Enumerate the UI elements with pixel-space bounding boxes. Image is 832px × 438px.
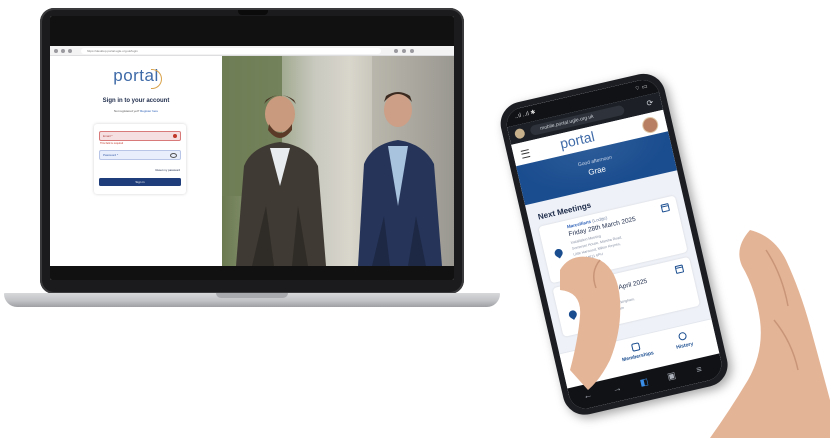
error-icon [173,134,177,138]
app-switch-icon[interactable]: ◧ [639,376,650,389]
show-password-icon[interactable] [170,153,177,158]
screen-bezel-top [50,16,454,46]
bookmark-icon[interactable] [394,48,398,53]
register-prompt-text: Not registered yet? [113,109,140,113]
password-field[interactable]: Password * [99,150,181,160]
email-field[interactable]: Email * [99,131,181,141]
reload-icon[interactable]: ⟳ [646,98,655,109]
back-arrow-icon[interactable]: ← [582,389,593,401]
extensions-icon[interactable] [402,48,406,53]
history-icon [677,331,688,342]
phone-body: ..ıl ..ıl ✱ ⌔ ▭ mobile.portal.ugle.org.u… [496,69,732,420]
register-link[interactable]: Register here [140,109,158,113]
laptop-base-notch [216,293,288,298]
phone-screen: ..ıl ..ıl ✱ ⌔ ▭ mobile.portal.ugle.org.u… [503,76,725,412]
camera-notch [238,10,268,15]
nav-history[interactable]: History [662,328,705,354]
nav-label: My Profile [578,361,604,374]
location-pin-icon[interactable] [553,247,565,259]
login-title: Sign in to your account [102,98,170,104]
screen-bezel-bottom [50,266,454,280]
forward-icon[interactable] [61,48,65,53]
address-bar[interactable]: https://desktop.portal.ugle.org.uk/login [81,47,381,54]
memberships-icon [630,342,641,352]
nav-memberships[interactable]: Memberships [615,339,658,365]
browser-home-icon[interactable] [513,127,526,140]
register-prompt: Not registered yet? Register here [50,109,222,113]
browser-toolbar: https://desktop.portal.ugle.org.uk/login [50,46,454,56]
email-label: Email * [103,134,113,138]
reset-password-link[interactable]: Reset my password [155,168,180,172]
email-error: This field is required [100,142,124,145]
reload-icon[interactable] [68,48,72,53]
forward-arrow-icon[interactable]: → [612,382,623,394]
location-pin-icon[interactable] [567,308,579,320]
portal-logo: portal [113,66,159,85]
phone-group: ..ıl ..ıl ✱ ⌔ ▭ mobile.portal.ugle.org.u… [496,69,732,420]
nav-label: Memberships [621,350,655,364]
menu-icon[interactable] [520,149,531,159]
nav-label: History [675,341,694,351]
profile-icon [584,353,594,363]
back-icon[interactable] [54,48,58,53]
profile-icon[interactable] [410,48,414,53]
menu-lines-icon[interactable]: ≡ [695,364,702,375]
calendar-icon[interactable] [674,264,685,275]
password-label: Password * [103,153,119,157]
two-men-photo [222,56,454,266]
hero-photo [222,56,454,266]
tabs-icon[interactable]: ▣ [666,370,677,383]
sign-in-button[interactable]: Sign in [99,178,181,186]
nav-my-profile[interactable]: My Profile [569,349,612,375]
login-card: Email * This field is required Password … [94,124,186,194]
meeting-date: Tuesday 1st April 2025 [582,277,648,300]
calendar-icon[interactable] [660,203,671,213]
laptop-screen: https://desktop.portal.ugle.org.uk/login… [50,16,454,280]
avatar[interactable] [640,115,660,135]
